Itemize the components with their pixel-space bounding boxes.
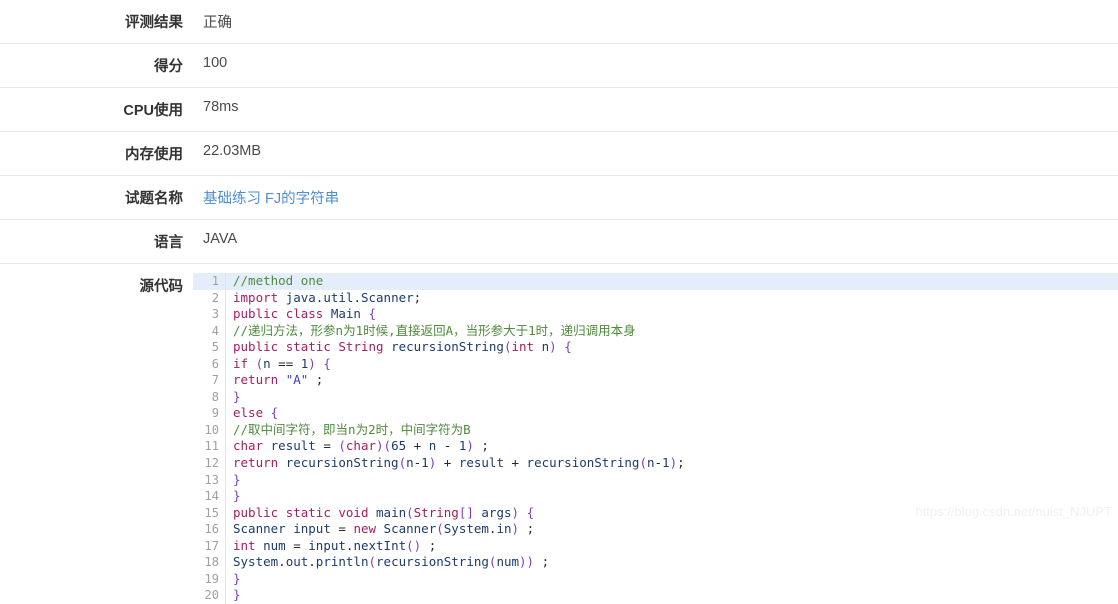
code-line-content: //递归方法，形参n为1时候,直接返回A，当形参大于1时，递归调用本身 bbox=[233, 322, 636, 338]
code-line-number: 11 bbox=[193, 438, 226, 456]
table-row-cpu: CPU使用 78ms bbox=[0, 88, 1118, 132]
code-line-number: 20 bbox=[193, 587, 226, 604]
code-line: 19} bbox=[193, 570, 1118, 588]
code-line: 4 //递归方法，形参n为1时候,直接返回A，当形参大于1时，递归调用本身 bbox=[193, 322, 1118, 340]
label-cpu: CPU使用 bbox=[123, 103, 183, 119]
code-line-number: 6 bbox=[193, 355, 226, 373]
code-line-number: 13 bbox=[193, 471, 226, 489]
label-result: 评测结果 bbox=[125, 15, 183, 31]
code-line-number: 10 bbox=[193, 421, 226, 439]
code-line-content: Scanner input = new Scanner(System.in) ; bbox=[233, 521, 535, 537]
table-row-language: 语言 JAVA bbox=[0, 220, 1118, 264]
code-line-number: 18 bbox=[193, 554, 226, 571]
table-row-score: 得分 100 bbox=[0, 44, 1118, 88]
code-line-content: } bbox=[233, 488, 241, 504]
problem-name-link[interactable]: 基础练习 FJ的字符串 bbox=[203, 191, 339, 207]
code-line-number: 14 bbox=[193, 488, 226, 505]
value-result: 正确 bbox=[203, 15, 232, 31]
code-line-content: //取中间字符，即当n为2时，中间字符为B bbox=[233, 421, 471, 437]
code-line: 15 public static void main(String[] args)… bbox=[193, 504, 1118, 522]
code-line: 10 //取中间字符，即当n为2时，中间字符为B bbox=[193, 421, 1118, 439]
code-line-number: 8 bbox=[193, 388, 226, 406]
code-line: 2 import java.util.Scanner; bbox=[193, 289, 1118, 307]
label-problem: 试题名称 bbox=[125, 191, 183, 207]
code-line-number: 3 bbox=[193, 306, 226, 323]
code-line-content: import java.util.Scanner; bbox=[233, 289, 422, 305]
value-memory: 22.03MB bbox=[203, 143, 262, 159]
code-line-number: 17 bbox=[193, 537, 226, 555]
code-line: 14} bbox=[193, 488, 1118, 505]
code-line-number: 12 bbox=[193, 455, 226, 472]
table-row-memory: 内存使用 22.03MB bbox=[0, 132, 1118, 176]
code-line: 16 Scanner input = new Scanner(System.in)… bbox=[193, 521, 1118, 538]
code-line-content: } bbox=[233, 587, 241, 603]
code-line-number: 16 bbox=[193, 521, 226, 538]
code-line: 17 int num = input.nextInt() ; bbox=[193, 537, 1118, 555]
code-line-number: 2 bbox=[193, 289, 226, 307]
code-line: 11 char result = (char)(65 + n - 1) ; bbox=[193, 438, 1118, 456]
code-line-number: 4 bbox=[193, 322, 226, 340]
code-line: 18 System.out.println(recursionString(num… bbox=[193, 554, 1118, 571]
code-line: 7 return "A" ; bbox=[193, 372, 1118, 389]
code-line-content: } bbox=[233, 388, 241, 404]
code-line-content: return "A" ; bbox=[233, 372, 324, 388]
code-line-number: 5 bbox=[193, 339, 226, 356]
code-line-content: char result = (char)(65 + n - 1) ; bbox=[233, 438, 489, 454]
code-line: 9 else { bbox=[193, 405, 1118, 422]
code-line-content: if (n == 1) { bbox=[233, 355, 331, 371]
code-line: 1 //method one bbox=[193, 273, 1118, 290]
table-row-source-code: 源代码 1 //method one 2 import java.util.Scann… bbox=[0, 264, 1118, 604]
code-line-content: } bbox=[233, 570, 241, 586]
code-line-content: public static void main(String[] args) { bbox=[233, 504, 535, 520]
code-line: 13} bbox=[193, 471, 1118, 489]
code-line-content: System.out.println(recursionString(num))… bbox=[233, 554, 550, 570]
code-line-content: //method one bbox=[233, 273, 324, 288]
value-cpu: 78ms bbox=[203, 99, 239, 115]
value-score: 100 bbox=[203, 55, 228, 71]
code-line: 12 return recursionString(n-1) + result +… bbox=[193, 455, 1118, 472]
code-line-content: } bbox=[233, 471, 241, 487]
source-code-cell: 1//method one 2 import java.util.Scanner; 3… bbox=[193, 264, 1118, 604]
code-line-number: 19 bbox=[193, 570, 226, 588]
code-line-number: 15 bbox=[193, 504, 226, 522]
code-line-content: return recursionString(n-1) + result + r… bbox=[233, 455, 685, 471]
code-line-content: public static String recursionString(int… bbox=[233, 339, 572, 355]
label-source-code: 源代码 bbox=[139, 279, 184, 295]
code-line: 3 public class Main { bbox=[193, 306, 1118, 323]
code-line: 20} bbox=[193, 587, 1118, 604]
table-row-result: 评测结果 正确 bbox=[0, 0, 1118, 44]
value-problem-cell: 基础练习 FJ的字符串 bbox=[193, 176, 1118, 220]
code-line: 5 public static String recursionString(in… bbox=[193, 339, 1118, 356]
value-language: JAVA bbox=[203, 231, 238, 247]
label-language: 语言 bbox=[154, 235, 183, 251]
code-line: 8} bbox=[193, 388, 1118, 406]
code-line: 6 if (n == 1) { bbox=[193, 355, 1118, 373]
code-line-content: int num = input.nextInt() ; bbox=[233, 537, 437, 553]
code-line-content: else { bbox=[233, 405, 279, 421]
label-score: 得分 bbox=[154, 59, 183, 75]
code-line-number: 9 bbox=[193, 405, 226, 422]
table-row-problem: 试题名称 基础练习 FJ的字符串 bbox=[0, 176, 1118, 220]
code-line-number: 1 bbox=[193, 273, 226, 290]
code-line-content: public class Main { bbox=[233, 306, 377, 322]
submission-result-table: 评测结果 正确 得分 100 CPU使用 78ms 内存使用 22.03MB 试… bbox=[0, 0, 1118, 604]
label-memory: 内存使用 bbox=[125, 147, 183, 163]
source-code-viewer[interactable]: 1//method one 2 import java.util.Scanner; 3… bbox=[193, 264, 1118, 604]
code-line-number: 7 bbox=[193, 372, 226, 389]
